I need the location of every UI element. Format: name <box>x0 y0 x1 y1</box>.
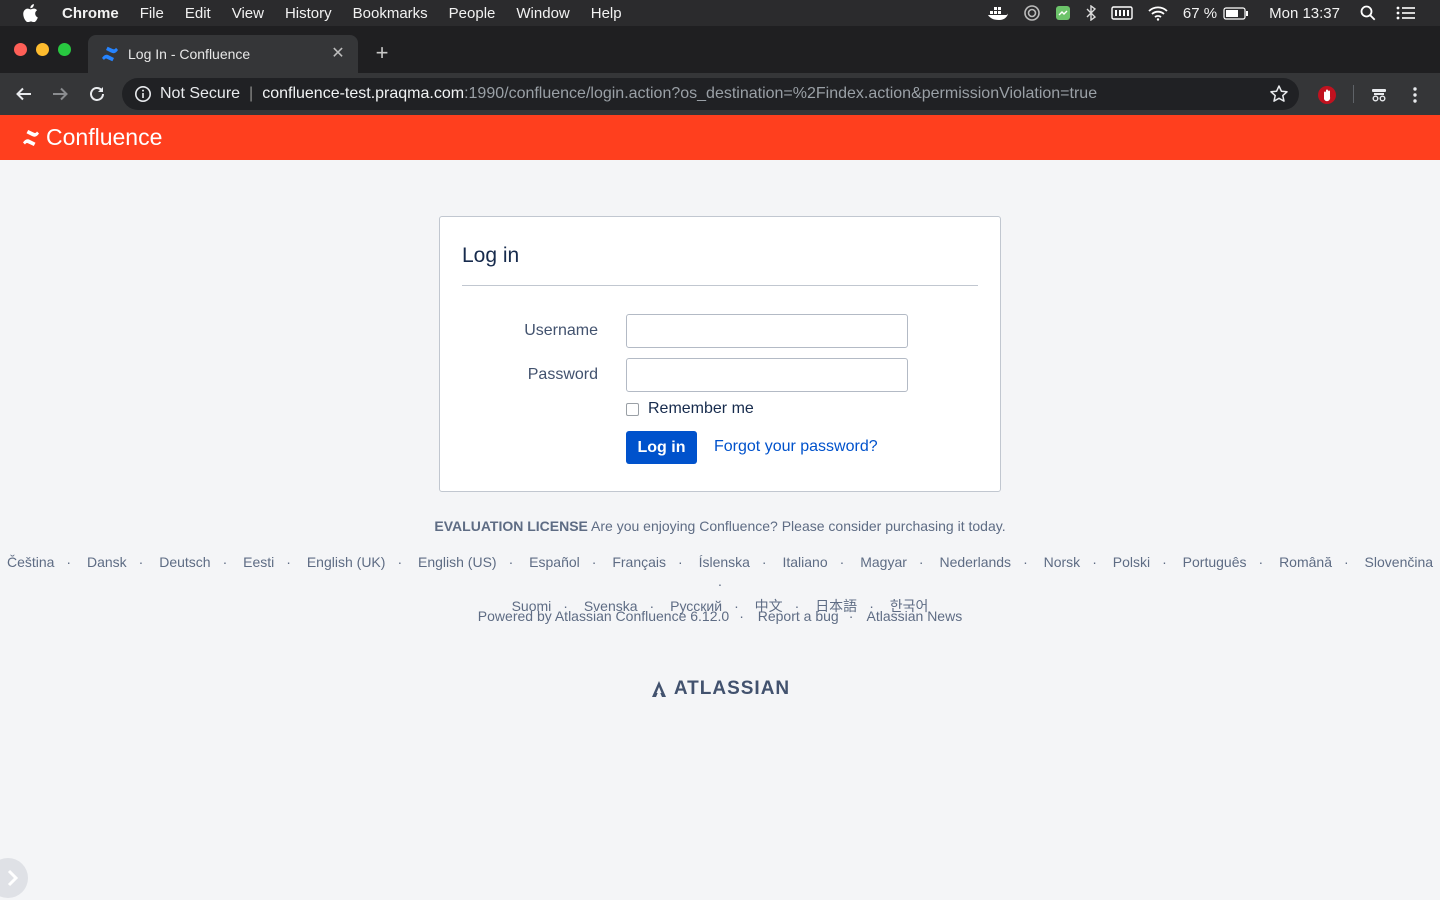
login-form-card: Log in Username Password Remember me Log… <box>439 216 1001 492</box>
close-window-button[interactable] <box>14 43 27 56</box>
sync-icon[interactable] <box>1023 4 1041 22</box>
more-vert-icon[interactable] <box>1404 84 1426 106</box>
address-separator: | <box>249 85 254 102</box>
browser-tab-active[interactable]: Log In - Confluence ✕ <box>88 35 358 73</box>
back-arrow-icon[interactable] <box>12 82 36 106</box>
bluetooth-icon[interactable] <box>1085 5 1097 21</box>
battery-percent[interactable]: 67 % <box>1183 5 1217 22</box>
title-divider <box>462 285 978 286</box>
ublock-icon[interactable] <box>1316 84 1338 106</box>
footer-links: Powered by Atlassian Confluence 6.12.0 · … <box>477 608 963 624</box>
info-icon[interactable] <box>134 85 152 103</box>
window-controls <box>14 43 80 56</box>
forgot-password-link[interactable]: Forgot your password? <box>714 438 878 456</box>
language-link[interactable]: Dansk <box>87 551 127 573</box>
macos-menu-bar: Chrome File Edit View History Bookmarks … <box>0 0 1440 26</box>
not-secure-label[interactable]: Not Secure <box>160 85 240 103</box>
forward-arrow-icon[interactable] <box>48 82 72 106</box>
notification-list-icon[interactable] <box>1396 6 1416 20</box>
login-title: Log in <box>462 244 520 267</box>
language-link[interactable]: Italiano <box>782 551 827 573</box>
atlassian-logo-icon <box>651 681 666 697</box>
username-label: Username <box>524 322 598 339</box>
minimize-window-button[interactable] <box>36 43 49 56</box>
atlassian-brand[interactable]: ATLASSIAN <box>0 678 1440 700</box>
language-link[interactable]: Deutsch <box>159 551 210 573</box>
language-link[interactable]: English (UK) <box>307 551 386 573</box>
extension-icon[interactable] <box>1368 84 1390 106</box>
menu-edit[interactable]: Edit <box>185 5 211 22</box>
language-link[interactable]: Norsk <box>1044 551 1081 573</box>
apple-logo-icon[interactable] <box>22 4 42 22</box>
battery-icon[interactable] <box>1223 6 1249 20</box>
memory-icon[interactable] <box>1111 6 1133 20</box>
confluence-header: Confluence <box>0 115 1440 160</box>
language-link[interactable]: Nederlands <box>939 551 1011 573</box>
tab-title: Log In - Confluence <box>128 46 251 62</box>
menu-app-name[interactable]: Chrome <box>62 5 119 22</box>
messages-icon[interactable] <box>1055 5 1071 21</box>
atlassian-news-link[interactable]: Atlassian News <box>867 608 963 624</box>
login-button[interactable]: Log in <box>626 431 697 464</box>
menu-file[interactable]: File <box>140 5 164 22</box>
menu-view[interactable]: View <box>232 5 264 22</box>
wifi-icon[interactable] <box>1147 5 1169 21</box>
menu-history[interactable]: History <box>285 5 332 22</box>
password-input[interactable] <box>626 358 908 392</box>
language-link[interactable]: Íslenska <box>699 551 750 573</box>
remember-me-row[interactable]: Remember me <box>626 400 754 418</box>
expand-arrow-icon[interactable] <box>0 858 28 898</box>
evaluation-license-label: EVALUATION LICENSE <box>434 518 588 534</box>
evaluation-license-notice: EVALUATION LICENSE Are you enjoying Conf… <box>0 518 1440 534</box>
language-row-1: Čeština · Dansk · Deutsch · Eesti · English … <box>0 551 1440 595</box>
address-bar[interactable]: Not Secure | confluence-test.praqma.com:… <box>122 78 1299 110</box>
username-input[interactable] <box>626 314 908 348</box>
language-link[interactable]: Čeština <box>7 551 54 573</box>
powered-by-link[interactable]: Powered by Atlassian Confluence 6.12.0 <box>478 608 729 624</box>
menu-bookmarks[interactable]: Bookmarks <box>353 5 428 22</box>
url-host: confluence-test.praqma.com <box>262 85 465 102</box>
confluence-logo-icon[interactable] <box>22 129 40 147</box>
docker-icon[interactable] <box>987 5 1009 21</box>
password-label: Password <box>527 366 598 383</box>
confluence-favicon-icon <box>101 45 119 63</box>
language-link[interactable]: Magyar <box>860 551 907 573</box>
toolbar-separator <box>1353 85 1354 103</box>
language-link[interactable]: Português <box>1183 551 1247 573</box>
language-link[interactable]: Français <box>612 551 666 573</box>
language-link[interactable]: English (US) <box>418 551 497 573</box>
report-bug-link[interactable]: Report a bug <box>758 608 839 624</box>
spotlight-search-icon[interactable] <box>1360 5 1376 21</box>
star-icon[interactable] <box>1269 84 1289 104</box>
atlassian-wordmark: ATLASSIAN <box>673 678 791 699</box>
clock[interactable]: Mon 13:37 <box>1269 5 1340 22</box>
evaluation-license-text: Are you enjoying Confluence? Please cons… <box>591 518 1006 534</box>
reload-icon[interactable] <box>85 82 109 106</box>
browser-tab-strip: Log In - Confluence ✕ + <box>0 26 1440 73</box>
close-tab-icon[interactable]: ✕ <box>330 46 346 62</box>
language-link[interactable]: Eesti <box>243 551 274 573</box>
menu-help[interactable]: Help <box>591 5 622 22</box>
browser-toolbar: Not Secure | confluence-test.praqma.com:… <box>0 73 1440 115</box>
new-tab-button[interactable]: + <box>370 42 394 64</box>
menu-window[interactable]: Window <box>516 5 569 22</box>
zoom-window-button[interactable] <box>58 43 71 56</box>
language-link[interactable]: Polski <box>1113 551 1150 573</box>
remember-me-checkbox[interactable] <box>626 402 639 416</box>
language-link[interactable]: Español <box>529 551 580 573</box>
confluence-logo-text[interactable]: Confluence <box>46 124 162 151</box>
language-link[interactable]: Slovenčina <box>1365 551 1434 573</box>
language-link[interactable]: Română <box>1279 551 1332 573</box>
menu-people[interactable]: People <box>449 5 496 22</box>
remember-me-label[interactable]: Remember me <box>648 400 754 418</box>
url-path: :1990/confluence/login.action?os_destina… <box>464 85 1098 102</box>
